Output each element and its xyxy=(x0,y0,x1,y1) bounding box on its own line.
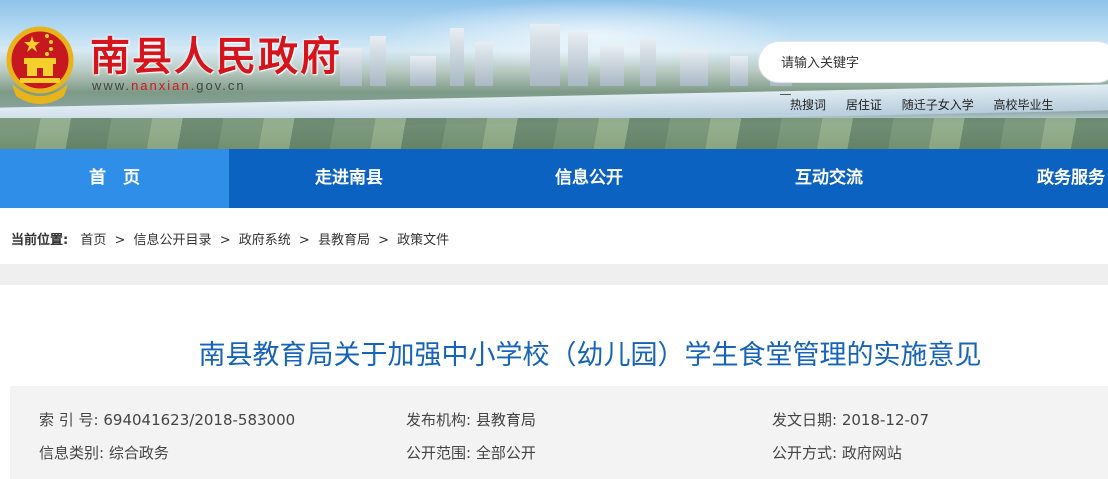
meta-index-label: 索 引 号: xyxy=(39,411,99,429)
meta-method-label: 公开方式: xyxy=(772,444,838,462)
breadcrumb-separator: > xyxy=(298,233,310,248)
meta-category-label: 信息类别: xyxy=(39,444,105,462)
meta-index: 索 引 号: 694041623/2018-583000 xyxy=(39,409,295,430)
search-box[interactable] xyxy=(758,41,1108,83)
hot-search-links: 热搜词 居住证 随迁子女入学 高校毕业生 xyxy=(790,96,1070,113)
site-title[interactable]: 南县人民政府 xyxy=(90,24,342,82)
meta-scope-label: 公开范围: xyxy=(406,444,472,462)
nav-item-home[interactable]: 首 页 xyxy=(0,149,229,208)
meta-date-label: 发文日期: xyxy=(772,411,838,429)
meta-method-value: 政府网站 xyxy=(841,444,902,462)
site-url-suffix: .gov.cn xyxy=(190,78,246,93)
main-nav: 首 页 走进南县 信息公开 互动交流 政务服务 xyxy=(0,149,1108,208)
meta-category-value: 综合政务 xyxy=(108,444,169,462)
breadcrumb-trail: 当前位置: 首页 > 信息公开目录 > 政府系统 > 县教育局 > 政策文件 xyxy=(11,229,449,248)
hot-search-label: 热搜词 xyxy=(790,98,827,112)
nav-item-gov-services[interactable]: 政务服务 xyxy=(1021,149,1108,208)
meta-date: 发文日期: 2018-12-07 xyxy=(772,409,929,430)
breadcrumb-item-education-bureau[interactable]: 县教育局 xyxy=(318,233,370,248)
nav-item-interaction[interactable]: 互动交流 xyxy=(709,149,949,208)
national-emblem-icon xyxy=(6,26,74,104)
article-title: 南县教育局关于加强中小学校（幼儿园）学生食堂管理的实施意见 xyxy=(198,340,982,371)
article-meta-table: 索 引 号: 694041623/2018-583000 发布机构: 县教育局 … xyxy=(10,386,1108,479)
section-divider xyxy=(0,264,1108,285)
breadcrumb-separator: > xyxy=(378,233,390,248)
site-url: www.nanxian.gov.cn xyxy=(92,78,246,93)
meta-category: 信息类别: 综合政务 xyxy=(39,442,169,463)
header-banner: 南县人民政府 www.nanxian.gov.cn 热搜词 居住证 随迁子女入学… xyxy=(0,0,1108,149)
site-url-prefix: www. xyxy=(92,78,132,93)
meta-date-value: 2018-12-07 xyxy=(841,411,930,429)
breadcrumb-label: 当前位置: xyxy=(11,233,69,248)
breadcrumb-item-home[interactable]: 首页 xyxy=(80,233,106,248)
breadcrumb-item-info-catalog[interactable]: 信息公开目录 xyxy=(134,233,212,248)
banner-fields xyxy=(0,118,1108,149)
nav-item-about-nanxian[interactable]: 走进南县 xyxy=(229,149,469,208)
meta-publisher: 发布机构: 县教育局 xyxy=(406,409,536,430)
meta-publisher-label: 发布机构: xyxy=(406,411,472,429)
meta-index-value: 694041623/2018-583000 xyxy=(103,411,296,429)
breadcrumb-item-gov-system[interactable]: 政府系统 xyxy=(239,233,291,248)
nav-item-info-disclosure[interactable]: 信息公开 xyxy=(469,149,709,208)
hot-term-migrant-children-enrollment[interactable]: 随迁子女入学 xyxy=(902,98,974,112)
hot-term-graduates[interactable]: 高校毕业生 xyxy=(994,98,1054,112)
meta-method: 公开方式: 政府网站 xyxy=(772,442,902,463)
meta-publisher-value: 县教育局 xyxy=(475,411,536,429)
site-url-domain: nanxian xyxy=(131,78,191,93)
meta-scope: 公开范围: 全部公开 xyxy=(406,442,536,463)
search-input[interactable] xyxy=(781,54,1081,72)
hot-term-residence-permit[interactable]: 居住证 xyxy=(846,98,882,112)
breadcrumb: 当前位置: 首页 > 信息公开目录 > 政府系统 > 县教育局 > 政策文件 xyxy=(0,208,1108,264)
breadcrumb-separator: > xyxy=(114,233,126,248)
meta-scope-value: 全部公开 xyxy=(475,444,536,462)
breadcrumb-separator: > xyxy=(219,233,231,248)
breadcrumb-item-policy-docs[interactable]: 政策文件 xyxy=(397,233,449,248)
